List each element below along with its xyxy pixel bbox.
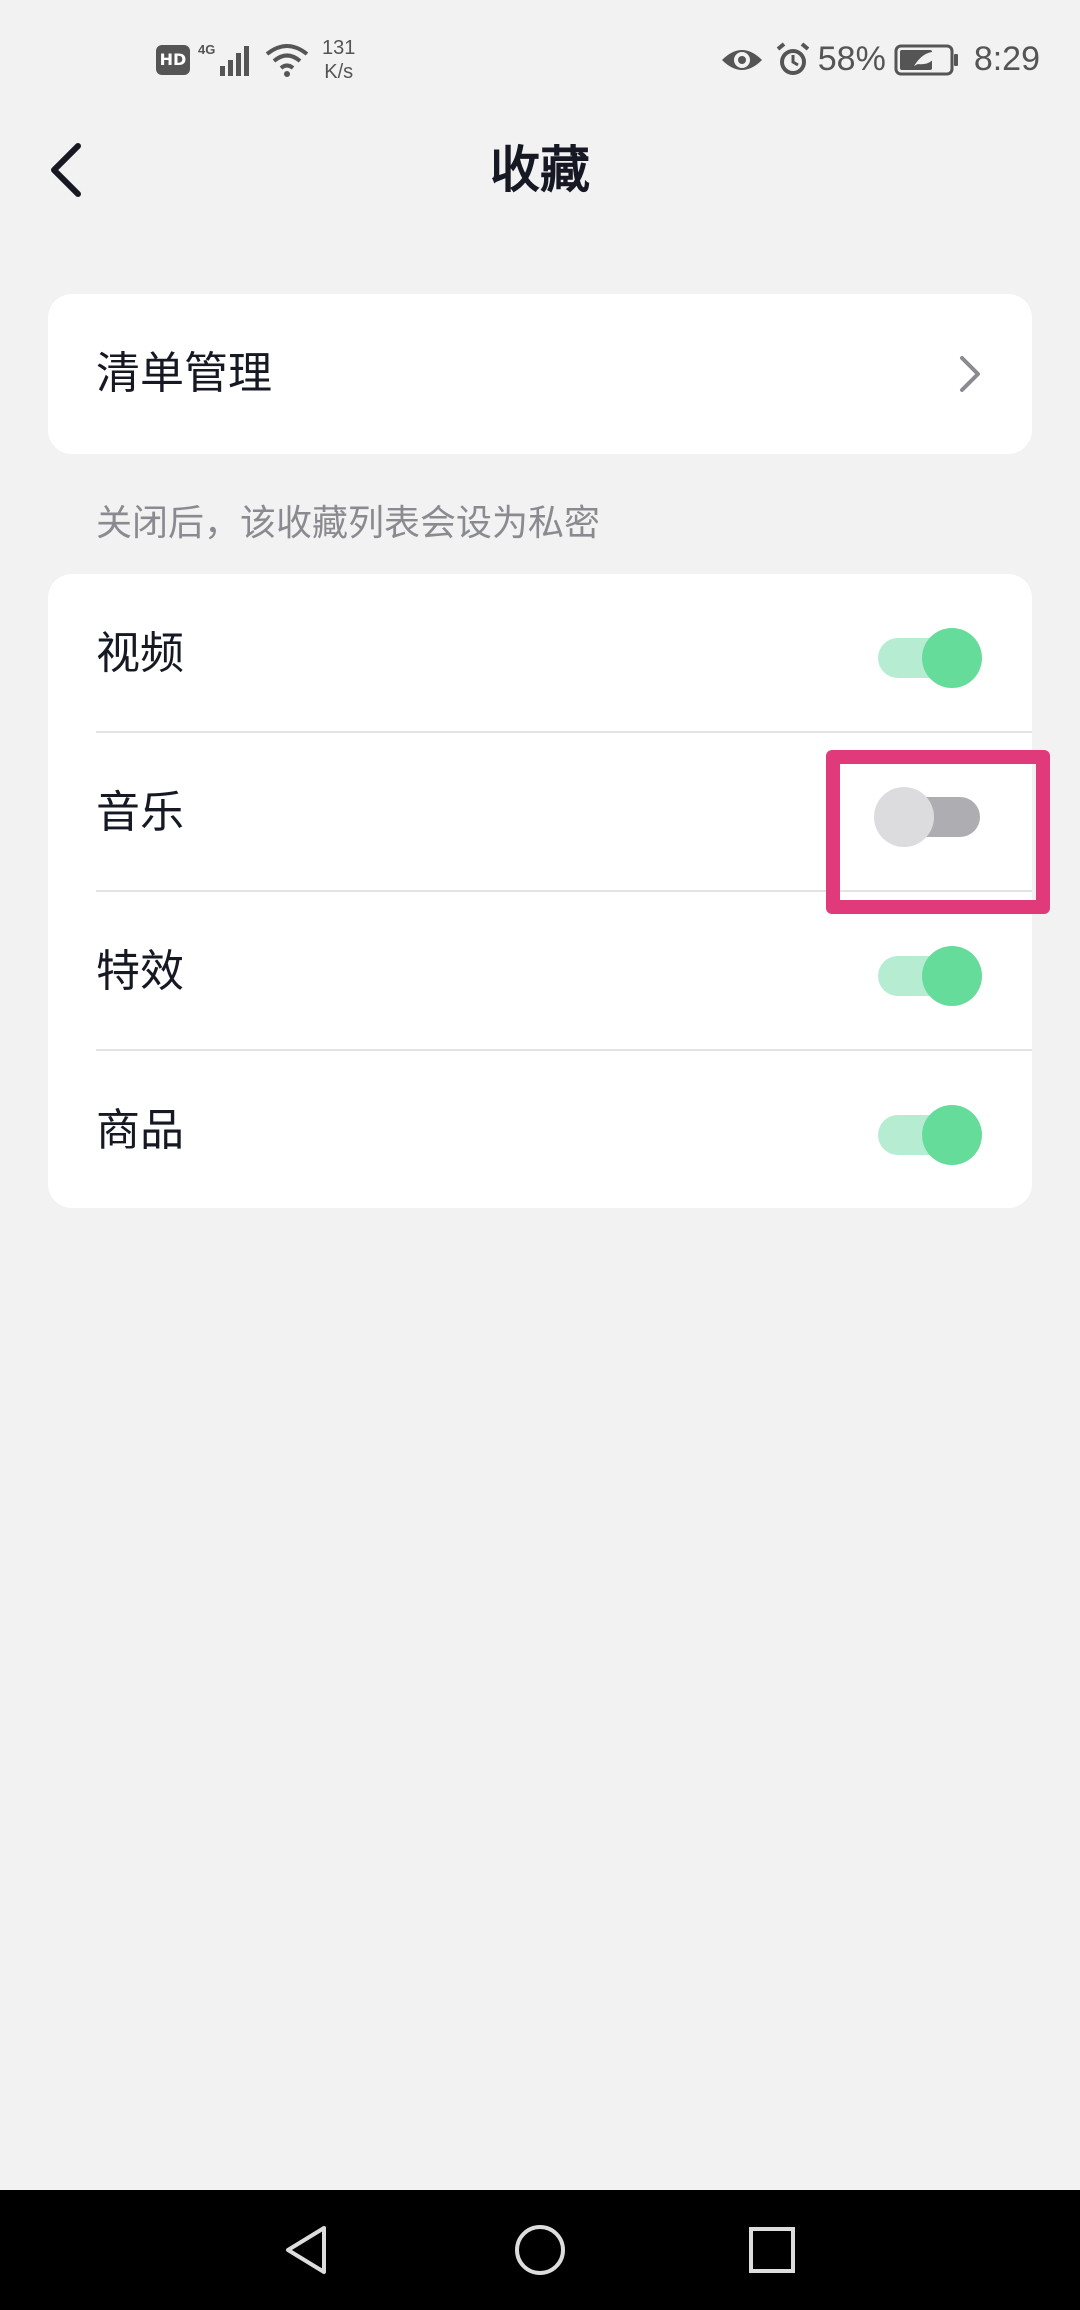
list-manage-card[interactable]: 清单管理 [48,294,1032,454]
nav-recents-button[interactable] [742,2220,802,2280]
products-toggle[interactable] [874,1099,984,1165]
toggle-knob [922,1104,982,1165]
effects-toggle[interactable] [874,940,984,1006]
status-right: 58% 8:29 [720,40,1040,79]
circle-home-icon [515,2225,565,2275]
wifi-icon [264,40,310,80]
square-recents-icon [749,2227,795,2273]
toggle-row-video: 视频 [48,574,1032,733]
system-nav-bar [0,2190,1080,2310]
battery-percent: 58% [817,40,886,78]
privacy-hint: 关闭后，该收藏列表会设为私密 [96,503,601,544]
toggle-row-effects: 特效 [48,892,1032,1051]
list-manage-label: 清单管理 [96,348,272,399]
toggle-knob [922,945,982,1006]
header: 收藏 [0,120,1080,220]
network-speed: 131 K/s [322,36,355,84]
highlight-box [826,750,1050,914]
battery-icon [894,44,960,76]
nav-back-button[interactable] [278,2220,338,2280]
triangle-back-icon [286,2226,326,2274]
video-toggle[interactable] [874,622,984,688]
toggle-knob [922,627,982,688]
status-bar: HD 4G 131 K/s 58% 8:29 [0,0,1080,120]
page-title: 收藏 [490,141,590,199]
list-manage-row[interactable]: 清单管理 [48,294,1032,454]
hd-badge: HD [156,45,190,75]
svg-text:4G: 4G [198,42,215,57]
toggle-label: 商品 [96,1104,184,1156]
alarm-icon [774,41,812,79]
nav-home-button[interactable] [510,2220,570,2280]
net-speed-value: 131 [322,37,356,59]
chevron-right-icon [960,356,980,392]
toggle-label: 音乐 [96,786,184,838]
net-speed-unit: K/s [324,61,354,83]
toggle-label: 视频 [96,627,184,679]
clock: 8:29 [973,40,1040,78]
eye-icon [720,43,764,77]
toggle-row-products: 商品 [48,1051,1032,1210]
toggle-label: 特效 [96,945,184,997]
cellular-signal-icon: 4G [198,40,258,80]
screen: HD 4G 131 K/s 58% 8:29 收藏 清单管理 关闭后，该收藏列表… [0,0,1080,2310]
status-left: HD 4G 131 K/s [156,36,355,84]
